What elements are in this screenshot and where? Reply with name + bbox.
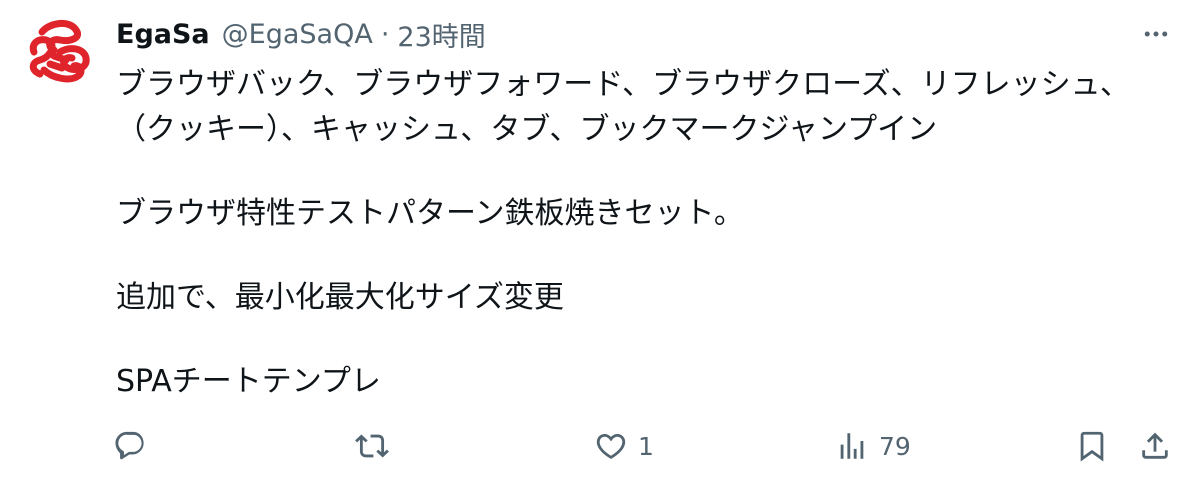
- like-button[interactable]: 1: [594, 420, 654, 472]
- share-icon: [1142, 432, 1168, 459]
- reply-button[interactable]: [113, 420, 157, 472]
- tweet-text: ブラウザバック、ブラウザフォワード、ブラウザクローズ、リフレッシュ、 （クッキー…: [116, 62, 1176, 404]
- tweet-time[interactable]: 23時間: [397, 15, 485, 54]
- reply-icon: [115, 431, 144, 460]
- tweet-line: ブラウザ特性テストパターン鉄板焼きセット。: [116, 196, 744, 231]
- heart-icon: [596, 433, 626, 459]
- views-count: 79: [879, 431, 911, 461]
- share-button[interactable]: [1138, 420, 1172, 472]
- tweet-line: SPAチートテンプレ: [116, 364, 381, 399]
- separator: ·: [380, 18, 390, 50]
- views-bar-chart-icon: [840, 433, 864, 459]
- tweet-line: ブラウザバック、ブラウザフォワード、ブラウザクローズ、リフレッシュ、: [116, 67, 1130, 102]
- more-horizontal-icon: [1144, 31, 1168, 37]
- tweet-line: 追加で、最小化最大化サイズ変更: [116, 280, 564, 315]
- tweet-line: （クッキー）、キャッシュ、タブ、ブックマークジャンプイン: [116, 112, 938, 147]
- views-button[interactable]: 79: [835, 420, 911, 472]
- tweet-header: EgaSa @EgaSaQA · 23時間: [116, 14, 1140, 54]
- like-count: 1: [638, 431, 654, 461]
- action-bar: 1 79: [0, 420, 1200, 472]
- bookmark-icon: [1080, 431, 1104, 462]
- avatar[interactable]: [20, 12, 98, 90]
- more-button[interactable]: [1136, 14, 1176, 54]
- author-handle[interactable]: @EgaSaQA: [222, 19, 373, 50]
- red-scribble-logo: [29, 20, 90, 83]
- retweet-button[interactable]: [355, 420, 399, 472]
- author-name[interactable]: EgaSa: [116, 19, 210, 50]
- bookmark-button[interactable]: [1075, 420, 1109, 472]
- retweet-icon: [355, 434, 389, 458]
